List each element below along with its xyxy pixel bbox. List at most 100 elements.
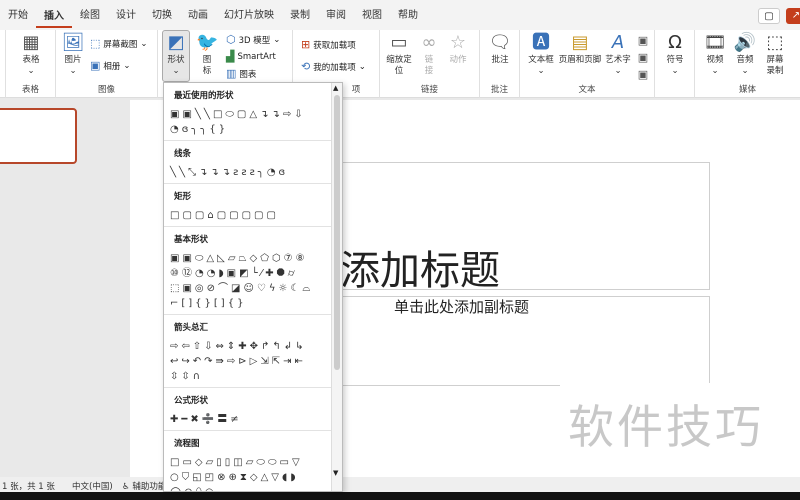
chart-label: 图表 (239, 69, 257, 80)
scroll-thumb[interactable] (334, 95, 340, 370)
shape-row[interactable]: ✚━✖➗〓≠ (168, 412, 332, 427)
tab-7[interactable]: 录制 (282, 0, 318, 30)
scroll-down-icon[interactable]: ▼ (333, 469, 338, 477)
section-title: 矩形 (174, 192, 192, 202)
tab-3[interactable]: 设计 (108, 0, 144, 30)
album-icon: ▣ (90, 59, 101, 72)
shape-row[interactable]: ⇳⇳∩ (168, 369, 332, 384)
scrollbar[interactable]: ▲ ▼ (331, 83, 342, 491)
my-addins-button[interactable]: ⟲ 我的加载项 ⌄ (301, 60, 366, 73)
tab-2[interactable]: 绘图 (72, 0, 108, 30)
tab-10[interactable]: 帮助 (390, 0, 426, 30)
video-button[interactable]: 🎞 视频 ⌄ (701, 33, 729, 77)
picture-icon: 🖼 (61, 32, 85, 53)
slide-subtitle[interactable]: 单击此处添加副标题 (329, 296, 594, 317)
tab-5[interactable]: 动画 (180, 0, 216, 30)
language-status[interactable]: 中文(中国) (72, 480, 113, 492)
section-title: 基本形状 (174, 235, 209, 245)
my-addins-label: 我的加载项 (313, 62, 356, 73)
scroll-up-icon[interactable]: ▲ (333, 84, 338, 92)
shapes-button[interactable]: ◩ 形状 ⌄ (162, 30, 190, 82)
icons-button[interactable]: 🐦 图标 (196, 33, 218, 77)
symbol-label: 符号 (666, 55, 684, 65)
zoom-button[interactable]: ▭ 缩放定位 (384, 33, 414, 77)
tab-1[interactable]: 插入 (36, 2, 72, 28)
shape-row[interactable]: ⇨⇦⇧⇩⇔⇕✚✥↱↰↲↳ (168, 339, 332, 354)
comments-icon[interactable]: ▢ (758, 8, 780, 24)
get-addins-label: 获取加载项 (313, 40, 356, 51)
shapes-label: 形状 (167, 55, 185, 65)
symbol-button[interactable]: Ω 符号 ⌄ (661, 33, 689, 77)
shapes-icon: ◩ (167, 32, 185, 53)
shape-row[interactable]: ╲╲⤡↴↴↴ƨƨƨ╮◔ɞ (168, 165, 332, 180)
status-bar: 1 张，共 1 张 中文(中国) ♿ 辅助功能 (0, 477, 800, 493)
shape-row[interactable]: ▣▣⬭△◺▱⏢◇⬠⬡⑦⑧ (168, 251, 332, 266)
header-footer-icon: ▤ (571, 32, 589, 53)
3d-model-label: 3D 模型 (238, 35, 271, 46)
shape-row[interactable]: ⌐[]{}[]{} (168, 296, 332, 311)
action-button[interactable]: ☆ 动作 (444, 33, 472, 66)
shape-section: 公式形状 ✚━✖➗〓≠ (164, 388, 332, 431)
header-footer-button[interactable]: ▤ 页眉和页脚 (558, 33, 602, 66)
textbox-icon: 🅰 (532, 32, 550, 53)
taskbar (0, 492, 800, 500)
text-group: 🅰 文本框 ⌄ ▤ 页眉和页脚 𝘈 艺术字 ⌄ ▣ ▣ ▣ 文本 (520, 30, 655, 98)
comment-button[interactable]: 🗨 批注 (486, 33, 514, 66)
album-label: 相册 (103, 61, 121, 72)
accessibility-status[interactable]: ♿ 辅助功能 (122, 480, 166, 492)
shape-row[interactable]: □▭◇▱▯▯◫▱⬭⬭▭▽ (168, 455, 332, 470)
watermark: 软件技巧 (560, 383, 800, 471)
omega-icon: Ω (668, 32, 682, 53)
textbox-button[interactable]: 🅰 文本框 ⌄ (526, 33, 556, 77)
shape-row[interactable]: ↩↪↶↷⇛⇨⊳▷⇲⇱⇥⇤ (168, 354, 332, 369)
zoom-icon: ▭ (390, 32, 408, 53)
link-button[interactable]: ∞ 链接 (418, 33, 440, 77)
audio-button[interactable]: 🔊 音频 ⌄ (731, 33, 759, 77)
chart-icon: ▥ (226, 67, 237, 80)
wordart-icon: 𝘈 (611, 32, 625, 53)
screenshot-button[interactable]: ⬚ 屏幕截图 ⌄ (90, 37, 148, 50)
chart-button[interactable]: ▥ 图表 (226, 67, 256, 80)
tab-9[interactable]: 视图 (354, 0, 390, 30)
text-small-icons[interactable]: ▣ ▣ ▣ (636, 32, 650, 83)
group-label: 批注 (490, 85, 508, 95)
record-icon: ⬚ (766, 32, 784, 53)
smartart-button[interactable]: ▟ SmartArt (226, 50, 276, 63)
section-title: 最近使用的形状 (174, 91, 234, 101)
wordart-button[interactable]: 𝘈 艺术字 ⌄ (604, 33, 632, 77)
group-label: 媒体 (738, 85, 756, 95)
table-group: ▦ 表格 ⌄ 表格 (6, 30, 56, 98)
album-button[interactable]: ▣ 相册 ⌄ (90, 59, 131, 72)
shape-row[interactable]: ⬚▣◎⊘⌒◪☺♡ϟ☼☾⌓ (168, 281, 332, 296)
screenshot-icon: ⬚ (90, 37, 101, 50)
group-label: 图像 (97, 85, 115, 95)
shape-row[interactable]: ○⛉◱◰⊗⊕⧗◇△▽◖◗ (168, 470, 332, 485)
comment-label: 批注 (491, 55, 509, 65)
comments-group: 🗨 批注 批注 (480, 30, 520, 98)
tab-0[interactable]: 开始 (0, 0, 36, 30)
addin-icon: ⊞ (301, 38, 311, 51)
tab-6[interactable]: 幻灯片放映 (216, 0, 282, 30)
shape-row[interactable]: □▢▢⌂▢▢▢▢▢ (168, 208, 332, 223)
header-footer-label: 页眉和页脚 (558, 55, 602, 65)
get-addins-button[interactable]: ⊞ 获取加载项 (301, 38, 356, 51)
link-icon: ∞ (421, 32, 437, 53)
shape-row[interactable]: ▣▣╲╲□⬭▢△↴↴⇨⇩ (168, 107, 332, 122)
screen-record-button[interactable]: ⬚ 屏幕录制 (761, 33, 789, 77)
media-group: 🎞 视频 ⌄ 🔊 音频 ⌄ ⬚ 屏幕录制 媒体 (695, 30, 800, 98)
slide-count: 1 张，共 1 张 (2, 482, 55, 492)
share-icon[interactable]: ↗ (786, 8, 800, 24)
shape-row[interactable]: ◯⊖⬯○ (168, 485, 332, 491)
shape-row[interactable]: ⑩⑫◔◔◗▣◩└⁄✚⯃⌭ (168, 266, 332, 281)
table-label: 表格 (22, 55, 40, 65)
action-label: 动作 (449, 55, 467, 65)
shape-row[interactable]: ◔ɞ╮╮{} (168, 122, 332, 137)
tab-4[interactable]: 切换 (144, 0, 180, 30)
tab-8[interactable]: 审阅 (318, 0, 354, 30)
section-title: 流程图 (174, 439, 200, 449)
video-label: 视频 (706, 55, 724, 65)
3d-model-button[interactable]: ⬡ 3D 模型 ⌄ (226, 33, 280, 46)
slide-thumbnail[interactable] (0, 108, 77, 164)
table-button[interactable]: ▦ 表格 ⌄ (16, 33, 46, 77)
picture-button[interactable]: 🖼 图片 ⌄ (60, 33, 86, 77)
